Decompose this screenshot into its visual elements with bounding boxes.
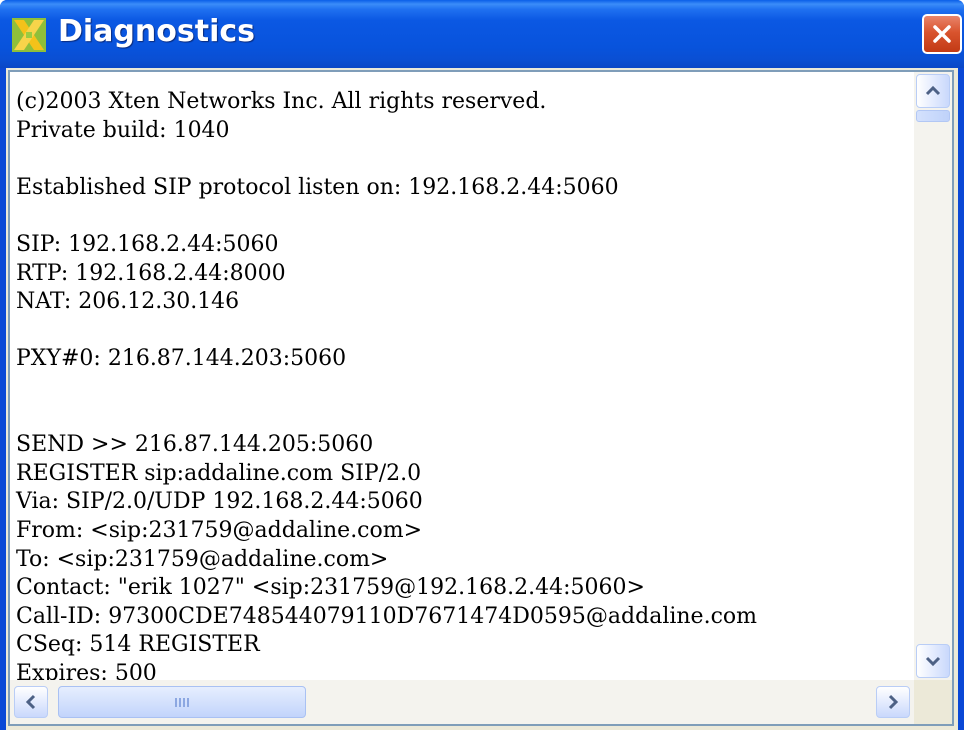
- chevron-down-icon: [925, 656, 941, 667]
- log-line: SIP: 192.168.2.44:5060: [16, 231, 279, 257]
- log-line: NAT: 206.12.30.146: [16, 289, 240, 315]
- log-line: Contact: "erik 1027" <sip:231759@192.168…: [16, 575, 645, 601]
- log-line: Call-ID: 97300CDE748544079110D7671474D05…: [16, 603, 757, 629]
- scrollbar-corner: [914, 680, 952, 724]
- horizontal-scroll-thumb[interactable]: [58, 686, 306, 718]
- log-line: Via: SIP/2.0/UDP 192.168.2.44:5060: [16, 489, 423, 515]
- window-title: Diagnostics: [58, 14, 255, 49]
- horizontal-scrollbar[interactable]: [10, 680, 914, 724]
- scroll-right-button[interactable]: [876, 686, 910, 718]
- log-line: RTP: 192.168.2.44:8000: [16, 260, 286, 286]
- log-line: CSeq: 514 REGISTER: [16, 632, 260, 658]
- xten-logo-icon: [12, 18, 46, 52]
- log-line: Expires: 500: [16, 660, 157, 680]
- diagnostics-window: Diagnostics (c)2003 Xten Networks Inc. A…: [0, 0, 964, 730]
- chevron-up-icon: [925, 85, 941, 96]
- title-bar[interactable]: Diagnostics: [0, 0, 964, 68]
- close-icon: [933, 25, 951, 43]
- chevron-right-icon: [888, 694, 899, 710]
- vertical-scrollbar[interactable]: [914, 72, 952, 680]
- log-line: REGISTER sip:addaline.com SIP/2.0: [16, 460, 422, 486]
- close-button[interactable]: [922, 14, 962, 54]
- scroll-down-button[interactable]: [916, 644, 950, 678]
- chevron-left-icon: [25, 694, 36, 710]
- log-line: Established SIP protocol listen on: 192.…: [16, 174, 619, 200]
- scroll-up-button[interactable]: [916, 74, 950, 108]
- diagnostics-log-text[interactable]: (c)2003 Xten Networks Inc. All rights re…: [10, 72, 914, 680]
- window-client-area: (c)2003 Xten Networks Inc. All rights re…: [6, 68, 958, 730]
- log-line: From: <sip:231759@addaline.com>: [16, 517, 423, 543]
- log-line: (c)2003 Xten Networks Inc. All rights re…: [16, 89, 547, 114]
- vertical-scroll-thumb[interactable]: [916, 110, 950, 122]
- log-line: PXY#0: 216.87.144.203:5060: [16, 346, 347, 372]
- scroll-left-button[interactable]: [14, 686, 48, 718]
- diagnostics-log-box[interactable]: (c)2003 Xten Networks Inc. All rights re…: [8, 70, 954, 726]
- log-line: To: <sip:231759@addaline.com>: [16, 546, 389, 572]
- log-line: SEND >> 216.87.144.205:5060: [16, 432, 374, 458]
- thumb-grip: [175, 697, 189, 707]
- log-line: Private build: 1040: [16, 117, 230, 143]
